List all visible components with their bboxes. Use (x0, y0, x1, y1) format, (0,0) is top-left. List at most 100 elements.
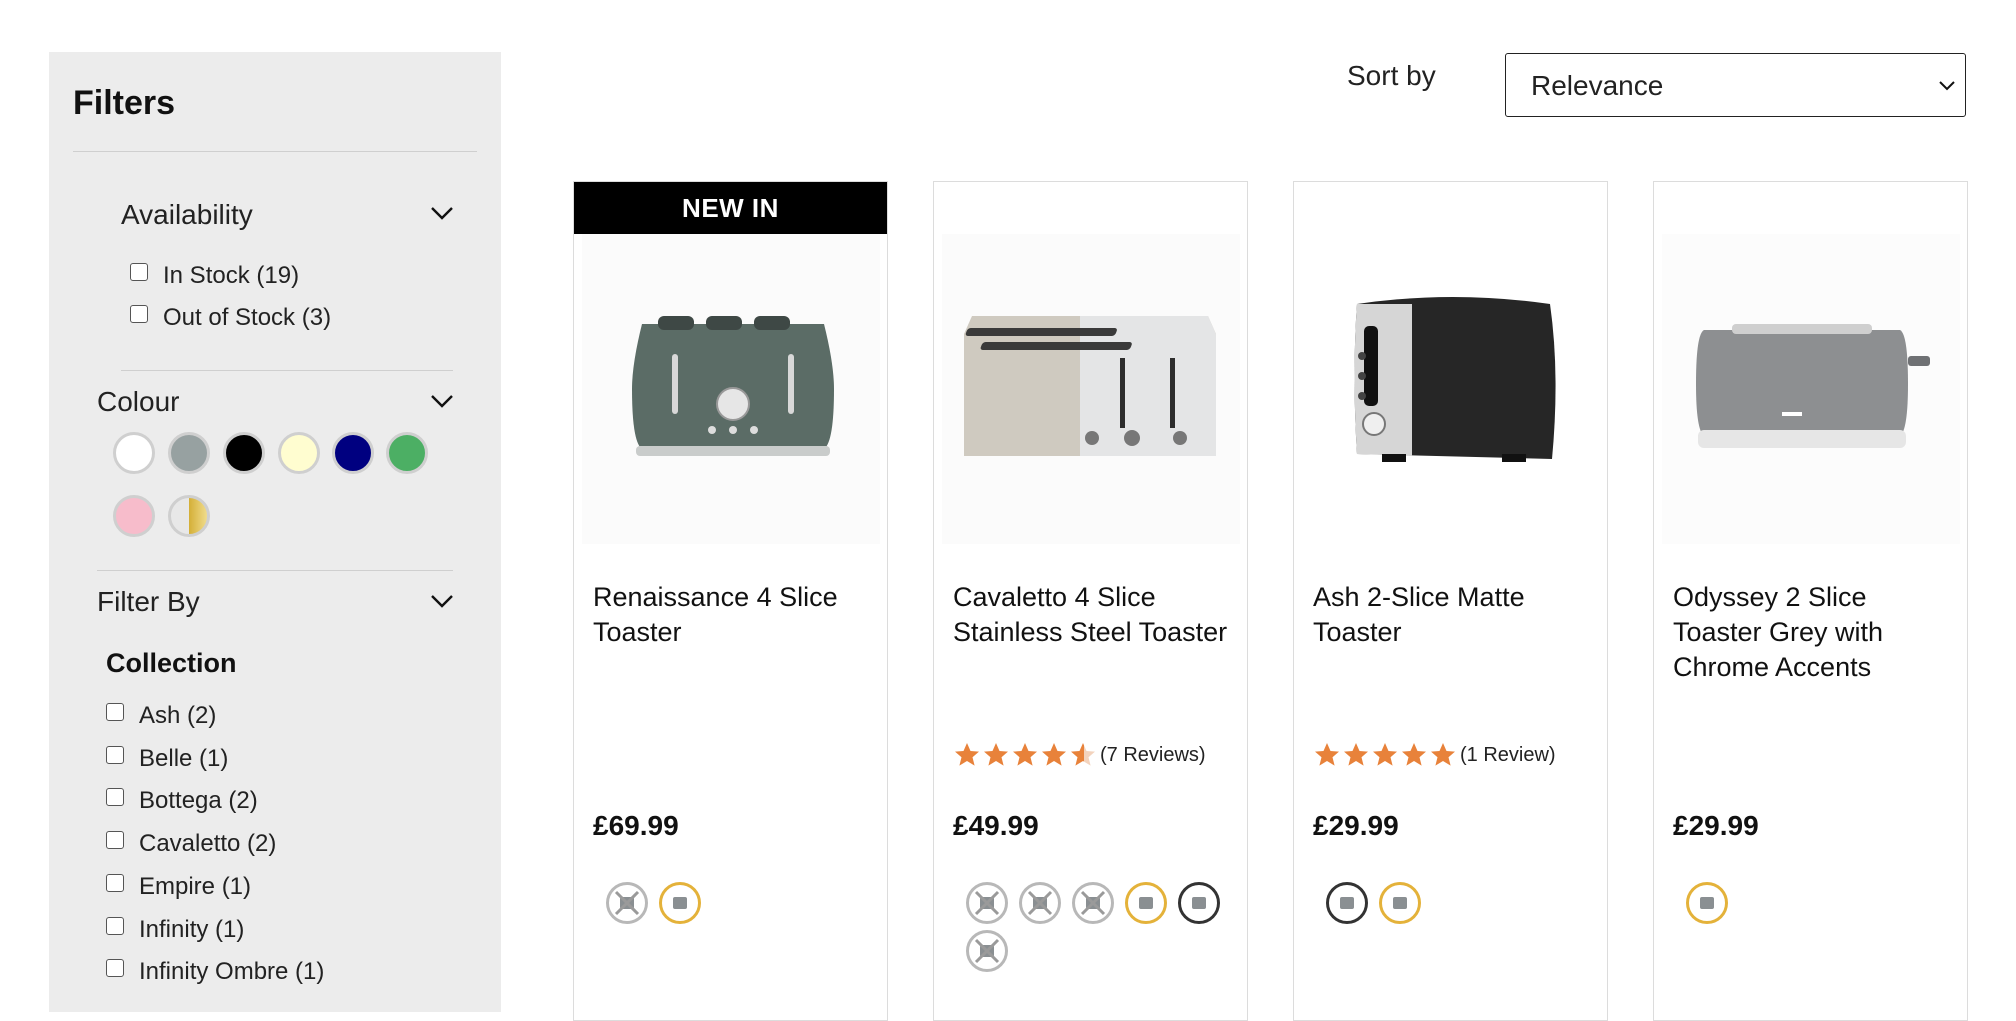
chevron-down-icon[interactable] (429, 388, 455, 414)
variant-swatch-selected[interactable] (1178, 882, 1220, 924)
out-of-stock-checkbox[interactable] (130, 305, 148, 323)
colour-swatch-chrome-gold[interactable] (168, 495, 210, 537)
product-price: £69.99 (593, 810, 679, 841)
filter-collection-option[interactable]: Cavaletto (2) (106, 830, 276, 858)
variant-thumb-icon (974, 890, 1000, 916)
product-price: £29.99 (1313, 810, 1399, 841)
star-icon (1402, 743, 1426, 766)
filter-option-label: Bottega (2) (139, 787, 258, 815)
filter-collection-option[interactable]: Empire (1) (106, 873, 251, 901)
product-name[interactable]: Renaissance 4 Slice Toaster (593, 580, 873, 650)
collection-checkbox[interactable] (106, 873, 124, 892)
filter-in-stock[interactable]: In Stock (19) (130, 262, 299, 290)
variant-swatch-available[interactable] (1125, 882, 1167, 924)
filter-collection-option[interactable]: Infinity Ombre (1) (106, 958, 324, 986)
filter-option-label: Cavaletto (2) (139, 830, 277, 858)
variant-swatch-available[interactable] (1686, 882, 1728, 924)
variant-swatch-out-of-stock[interactable] (1019, 882, 1061, 924)
colour-swatch-grey[interactable] (168, 432, 210, 474)
variant-swatch-out-of-stock[interactable] (606, 882, 648, 924)
product-price: £29.99 (1673, 810, 1759, 841)
filter-option-label: In Stock (19) (163, 262, 300, 289)
star-icon (984, 743, 1008, 766)
toaster-image (1662, 234, 1960, 544)
filter-option-label: Belle (1) (139, 744, 229, 772)
product-card[interactable]: Odyssey 2 Slice Toaster Grey with Chrome… (1653, 181, 1968, 1021)
star-icon (1373, 743, 1397, 766)
variant-thumb-icon (1027, 890, 1053, 916)
review-count[interactable]: (1 Review) (1460, 744, 1556, 767)
in-stock-checkbox[interactable] (130, 263, 148, 281)
colour-swatch-white[interactable] (113, 432, 155, 474)
sort-value: Relevance (1531, 70, 1664, 101)
divider (97, 570, 453, 571)
sort-label: Sort by (1347, 60, 1436, 91)
new-in-badge: NEW IN (574, 182, 887, 234)
collection-checkbox[interactable] (106, 703, 124, 721)
product-name[interactable]: Ash 2-Slice Matte Toaster (1313, 580, 1593, 650)
filter-option-label: Infinity (1) (139, 915, 245, 943)
colour-swatch-cream[interactable] (278, 432, 320, 474)
filter-out-of-stock[interactable]: Out of Stock (3) (130, 304, 331, 332)
filter-collection-option[interactable]: Belle (1) (106, 745, 228, 773)
collection-checkbox[interactable] (106, 745, 124, 764)
collection-heading: Collection (106, 648, 237, 678)
colour-swatch-black[interactable] (223, 432, 265, 474)
toaster-image (582, 234, 880, 544)
filter-collection-option[interactable]: Bottega (2) (106, 787, 258, 815)
product-image[interactable] (1662, 234, 1960, 544)
star-icon (1071, 743, 1095, 766)
availability-toggle[interactable]: Availability (121, 199, 253, 231)
colour-label: Colour (97, 386, 180, 417)
filter-collection-option[interactable]: Infinity (1) (106, 916, 244, 944)
star-rating[interactable]: (1 Review) (1313, 741, 1556, 769)
variant-swatch-out-of-stock[interactable] (966, 930, 1008, 972)
filter-collection-option[interactable]: Ash (2) (106, 702, 216, 730)
colour-swatch-pink[interactable] (113, 495, 155, 537)
product-card[interactable]: Cavaletto 4 Slice Stainless Steel Toaste… (933, 181, 1248, 1021)
divider (121, 370, 453, 371)
star-icon (955, 743, 979, 766)
star-icon (1013, 743, 1037, 766)
collection-checkbox[interactable] (106, 788, 124, 807)
collection-checkbox[interactable] (106, 916, 124, 935)
variant-swatch-available[interactable] (659, 882, 701, 924)
variant-swatch-available[interactable] (1379, 882, 1421, 924)
product-image[interactable] (1302, 234, 1600, 544)
variant-thumb-icon (1139, 897, 1153, 909)
review-count[interactable]: (7 Reviews) (1100, 744, 1206, 767)
product-name[interactable]: Odyssey 2 Slice Toaster Grey with Chrome… (1673, 580, 1953, 685)
product-image[interactable] (582, 234, 880, 544)
filter-option-label: Out of Stock (3) (163, 304, 332, 331)
sort-select[interactable]: Relevance (1505, 53, 1966, 117)
chevron-down-icon (1939, 81, 1955, 91)
variant-thumb-icon (1080, 890, 1106, 916)
star-icon (1431, 743, 1455, 766)
colour-swatch-navy[interactable] (332, 432, 374, 474)
star-icon (1344, 743, 1368, 766)
chevron-down-icon[interactable] (429, 200, 455, 226)
filter-by-label: Filter By (97, 586, 200, 617)
product-card[interactable]: NEW IN Renaissance 4 Slice Toaster £69.9… (573, 181, 888, 1021)
filters-title: Filters (73, 84, 176, 122)
toaster-image (942, 234, 1240, 544)
chevron-down-icon[interactable] (429, 588, 455, 614)
variant-swatch-out-of-stock[interactable] (966, 882, 1008, 924)
variant-swatch-out-of-stock[interactable] (1072, 882, 1114, 924)
product-card[interactable]: Ash 2-Slice Matte Toaster (1 Review) £29… (1293, 181, 1608, 1021)
collection-checkbox[interactable] (106, 831, 124, 850)
colour-swatch-green[interactable] (386, 432, 428, 474)
collection-checkbox[interactable] (106, 959, 124, 978)
variant-thumb-icon (673, 897, 687, 909)
colour-toggle[interactable]: Colour (97, 386, 179, 418)
variant-thumb-icon (1192, 897, 1206, 909)
filter-option-label: Ash (2) (139, 702, 217, 729)
product-name[interactable]: Cavaletto 4 Slice Stainless Steel Toaste… (953, 580, 1233, 650)
variant-thumb-icon (614, 890, 640, 916)
filters-sidebar: Filters Availability In Stock (19) Out o… (49, 52, 501, 1012)
filter-by-toggle[interactable]: Filter By (97, 586, 200, 618)
availability-label: Availability (121, 199, 253, 230)
product-image[interactable] (942, 234, 1240, 544)
variant-swatch-selected[interactable] (1326, 882, 1368, 924)
star-rating[interactable]: (7 Reviews) (953, 741, 1206, 769)
